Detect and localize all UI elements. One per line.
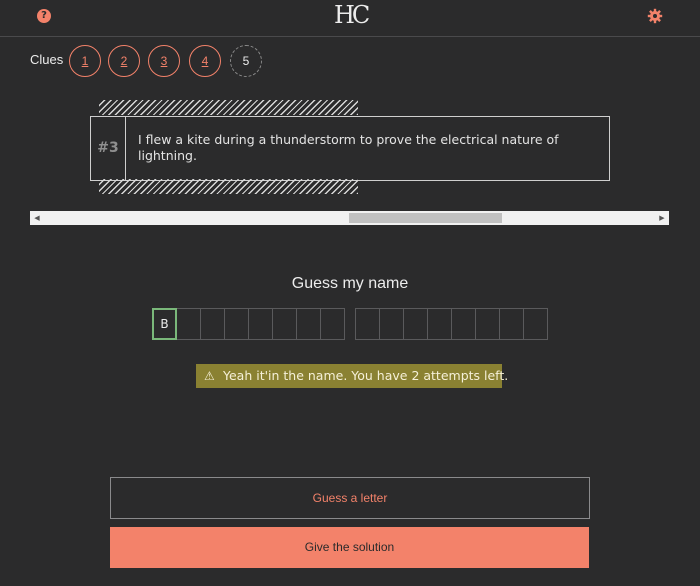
guess-title: Guess my name (291, 275, 409, 292)
letter-box[interactable] (379, 308, 404, 340)
letter-box[interactable] (451, 308, 476, 340)
scroll-left-arrow-icon[interactable]: ◀ (30, 211, 44, 225)
logo: HC (334, 1, 370, 29)
letter-box[interactable]: B (152, 308, 177, 340)
warning-icon: ⚠ (204, 369, 215, 383)
clue-button-2[interactable]: 2 (108, 45, 140, 77)
letter-box[interactable] (403, 308, 428, 340)
alert-text: Yeah it'in the name. You have 2 attempts… (223, 368, 509, 383)
letter-box[interactable] (427, 308, 452, 340)
gear-icon[interactable] (647, 8, 663, 24)
letter-box[interactable] (224, 308, 249, 340)
letter-box[interactable] (200, 308, 225, 340)
clue-button-5-locked[interactable]: 5 (230, 45, 262, 77)
name-word-1: B (152, 308, 345, 340)
attempts-alert: ⚠ Yeah it'in the name. You have 2 attemp… (196, 364, 508, 388)
letter-box[interactable] (296, 308, 321, 340)
letter-box[interactable] (499, 308, 524, 340)
clue-button-1[interactable]: 1 (69, 45, 101, 77)
clues-label: Clues (30, 52, 64, 67)
clue-text: I flew a kite during a thunderstorm to p… (138, 132, 559, 163)
clue-button-4[interactable]: 4 (189, 45, 221, 77)
letter-box[interactable] (355, 308, 380, 340)
give-solution-button[interactable]: Give the solution (110, 527, 589, 568)
hatch-decoration-top (99, 100, 358, 115)
name-word-2 (355, 308, 548, 340)
scroll-right-arrow-icon[interactable]: ▶ (655, 211, 669, 225)
hatch-decoration-bottom (99, 179, 358, 194)
clue-button-3[interactable]: 3 (148, 45, 180, 77)
help-icon[interactable]: ? (37, 9, 51, 23)
letter-box[interactable] (320, 308, 345, 340)
horizontal-scrollbar[interactable]: ◀ ▶ (30, 211, 669, 225)
top-bar: ? HC (0, 0, 700, 37)
letter-box[interactable] (176, 308, 201, 340)
clue-number: #3 (91, 117, 126, 180)
letter-box[interactable] (475, 308, 500, 340)
clue-card: #3 I flew a kite during a thunderstorm t… (90, 116, 610, 181)
guess-letter-button[interactable]: Guess a letter (110, 477, 590, 519)
scroll-thumb[interactable] (349, 213, 502, 223)
letter-box[interactable] (523, 308, 548, 340)
letter-box[interactable] (248, 308, 273, 340)
letter-box[interactable] (272, 308, 297, 340)
